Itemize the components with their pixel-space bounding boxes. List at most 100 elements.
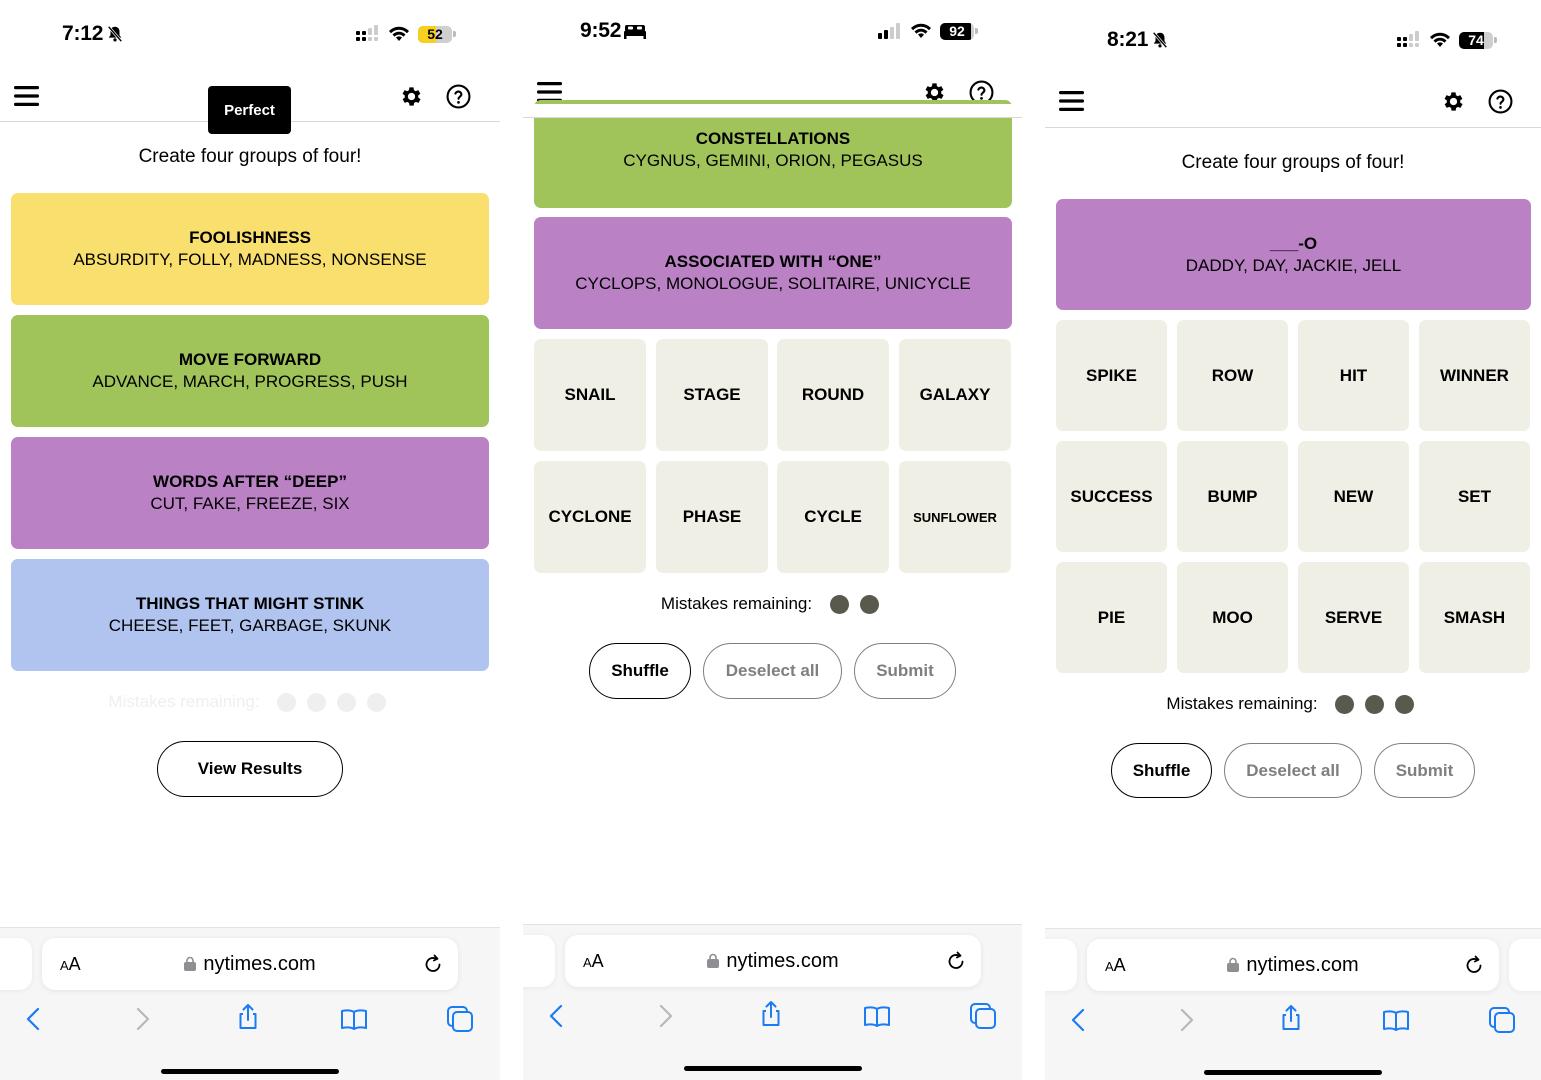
bookmarks-icon[interactable] xyxy=(1382,1006,1410,1034)
group-category: THINGS THAT MIGHT STINK xyxy=(135,594,365,613)
word-tile[interactable]: MOO xyxy=(1177,562,1288,673)
safari-toolbar: AA nytimes.com xyxy=(1045,928,1541,1080)
word-tile[interactable]: GALAXY xyxy=(899,339,1011,451)
address-bar[interactable]: AA nytimes.com xyxy=(1087,939,1499,991)
group-category: WORDS AFTER “DEEP” xyxy=(153,472,347,491)
nav-divider xyxy=(1045,127,1541,128)
word-tile[interactable]: SMASH xyxy=(1419,562,1530,673)
group-words: DADDY, DAY, JACKIE, JELL xyxy=(1185,255,1402,275)
solved-group: WORDS AFTER “DEEP” CUT, FAKE, FREEZE, SI… xyxy=(11,437,489,549)
forward-icon[interactable] xyxy=(651,1002,679,1030)
submit-button[interactable]: Submit xyxy=(854,643,956,699)
status-bar: 8:21 74 xyxy=(1045,25,1541,55)
mistake-dot xyxy=(829,594,849,614)
word-tile[interactable]: ROW xyxy=(1177,320,1288,431)
safari-toolbar: AA nytimes.com xyxy=(0,927,500,1080)
home-indicator xyxy=(684,1066,862,1071)
word-tile[interactable]: SPIKE xyxy=(1056,320,1167,431)
battery-indicator: 92 xyxy=(940,22,974,40)
cellular-signal-icon xyxy=(878,23,900,39)
mistake-dot xyxy=(1395,694,1415,714)
word-tile[interactable]: PIE xyxy=(1056,562,1167,673)
word-tile[interactable]: HIT xyxy=(1298,320,1409,431)
word-tile[interactable]: WINNER xyxy=(1419,320,1530,431)
gear-icon[interactable] xyxy=(1441,89,1466,114)
status-bar: 9:52 92 xyxy=(523,16,1022,46)
word-tile[interactable]: CYCLE xyxy=(777,461,889,573)
cellular-signal-icon xyxy=(1397,31,1419,47)
safari-toolbar: AA nytimes.com xyxy=(523,924,1022,1080)
mistakes-remaining: Mistakes remaining: xyxy=(1045,694,1541,714)
solved-group: ASSOCIATED WITH “ONE” CYCLOPS, MONOLOGUE… xyxy=(534,217,1012,329)
help-circle-icon[interactable] xyxy=(446,84,471,109)
word-tile[interactable]: BUMP xyxy=(1177,441,1288,552)
url-text: nytimes.com xyxy=(1246,954,1359,976)
tabs-icon[interactable] xyxy=(446,1005,474,1033)
reload-icon[interactable] xyxy=(945,949,967,973)
mistake-dot xyxy=(367,692,387,712)
share-icon[interactable] xyxy=(234,1003,262,1031)
view-results-button[interactable]: View Results xyxy=(157,741,343,797)
instructions: Create four groups of four! xyxy=(1181,152,1405,173)
previous-tab-preview[interactable] xyxy=(1045,939,1077,991)
next-tab-preview[interactable] xyxy=(1509,939,1541,991)
lock-icon xyxy=(1227,957,1240,972)
clock: 8:21 xyxy=(1107,28,1149,51)
back-icon[interactable] xyxy=(1065,1006,1093,1034)
hamburger-icon[interactable] xyxy=(14,85,39,107)
home-indicator xyxy=(161,1069,339,1074)
tabs-icon[interactable] xyxy=(1488,1006,1516,1034)
deselect-all-button[interactable]: Deselect all xyxy=(703,643,842,699)
word-tile[interactable]: SUNFLOWER xyxy=(899,461,1011,573)
word-tile[interactable]: PHASE xyxy=(656,461,768,573)
share-icon[interactable] xyxy=(1277,1004,1305,1032)
solved-group: THINGS THAT MIGHT STINK CHEESE, FEET, GA… xyxy=(11,559,489,671)
word-tile[interactable]: STAGE xyxy=(656,339,768,451)
word-tile[interactable]: NEW xyxy=(1298,441,1409,552)
shuffle-button[interactable]: Shuffle xyxy=(1111,743,1212,798)
word-tile[interactable]: CYCLONE xyxy=(534,461,646,573)
gear-icon[interactable] xyxy=(399,84,424,109)
bookmarks-icon[interactable] xyxy=(340,1005,368,1033)
word-tile[interactable]: SET xyxy=(1419,441,1530,552)
wifi-icon xyxy=(911,23,931,38)
address-bar[interactable]: AA nytimes.com xyxy=(565,935,981,987)
reload-icon[interactable] xyxy=(422,952,444,976)
forward-icon[interactable] xyxy=(128,1005,156,1033)
shuffle-button[interactable]: Shuffle xyxy=(589,643,691,699)
deselect-all-button[interactable]: Deselect all xyxy=(1224,743,1362,798)
url-text: nytimes.com xyxy=(203,953,316,975)
help-circle-icon[interactable] xyxy=(1488,89,1513,114)
address-bar[interactable]: AA nytimes.com xyxy=(42,938,458,990)
word-tile[interactable]: SERVE xyxy=(1298,562,1409,673)
mistakes-remaining: Mistakes remaining: xyxy=(523,594,1022,614)
word-tile[interactable]: SNAIL xyxy=(534,339,646,451)
clock: 9:52 xyxy=(580,19,622,42)
lock-icon xyxy=(707,953,720,968)
back-icon[interactable] xyxy=(20,1005,48,1033)
wifi-icon xyxy=(389,26,409,41)
share-icon[interactable] xyxy=(757,1000,785,1028)
phone-screenshot-1: 7:12 52 Perfect Create four groups of fo… xyxy=(0,0,500,1080)
previous-tab-preview[interactable] xyxy=(0,938,32,990)
word-tile[interactable]: ROUND xyxy=(777,339,889,451)
submit-button[interactable]: Submit xyxy=(1374,743,1475,798)
forward-icon[interactable] xyxy=(1172,1006,1200,1034)
battery-indicator: 74 xyxy=(1459,31,1493,49)
previous-tab-preview[interactable] xyxy=(523,935,555,987)
tabs-icon[interactable] xyxy=(969,1002,997,1030)
hamburger-icon[interactable] xyxy=(1059,90,1084,112)
mistake-dot xyxy=(1335,694,1355,714)
reload-icon[interactable] xyxy=(1463,953,1485,977)
group-category: CONSTELLATIONS xyxy=(695,129,851,148)
url-text: nytimes.com xyxy=(726,950,839,972)
clock: 7:12 xyxy=(62,22,104,45)
back-icon[interactable] xyxy=(543,1002,571,1030)
bookmarks-icon[interactable] xyxy=(863,1002,891,1030)
solved-group: ___-O DADDY, DAY, JACKIE, JELL xyxy=(1056,199,1531,310)
group-words: CYGNUS, GEMINI, ORION, PEGASUS xyxy=(623,151,923,170)
word-tile[interactable]: SUCCESS xyxy=(1056,441,1167,552)
instructions: Create four groups of four! xyxy=(138,146,362,167)
mistakes-label: Mistakes remaining: xyxy=(660,594,813,613)
nav-divider xyxy=(523,117,1022,118)
